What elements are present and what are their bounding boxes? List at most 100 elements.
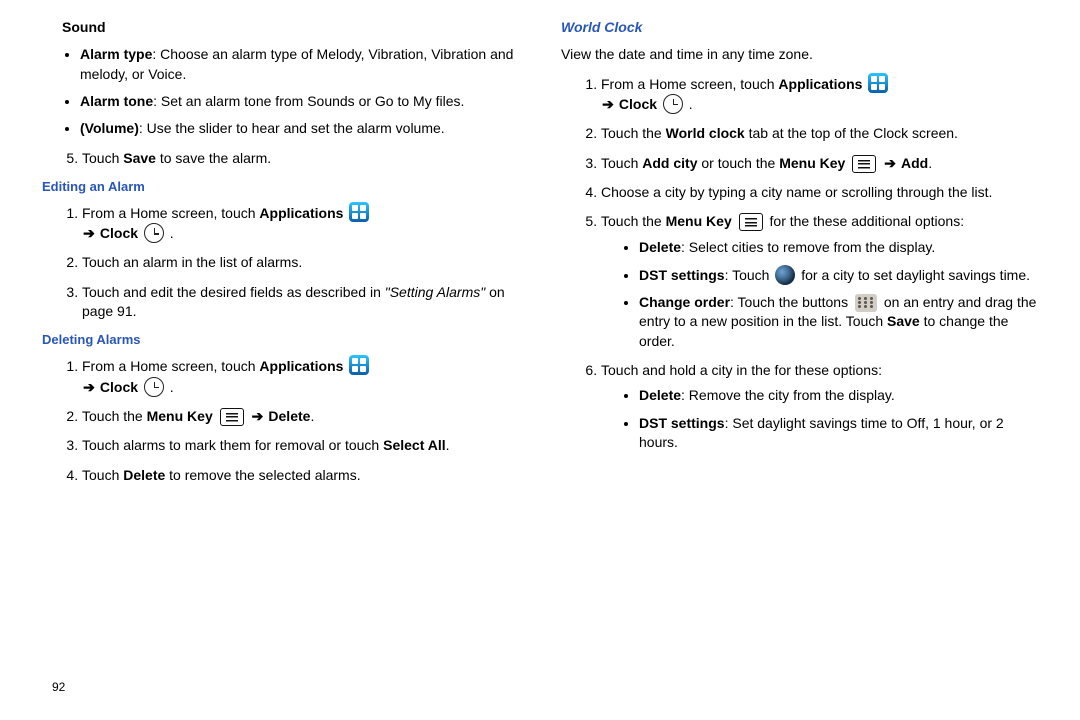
- step-save-alarm: Touch Save to save the alarm.: [82, 149, 519, 168]
- arrow-icon: ➔: [82, 224, 96, 243]
- clock-icon: [144, 377, 164, 397]
- menu-key-icon: [220, 408, 244, 426]
- del-step-4: Touch Delete to remove the selected alar…: [82, 466, 519, 485]
- wc6-options: Delete: Remove the city from the display…: [639, 386, 1038, 452]
- volume-text: : Use the slider to hear and set the ala…: [139, 120, 445, 136]
- editing-steps: From a Home screen, touch Applications ➔…: [62, 202, 519, 322]
- reorder-icon: [855, 294, 877, 312]
- wc-menu-key-label: Menu Key: [779, 155, 845, 171]
- wc-step-3: Touch Add city or touch the Menu Key ➔ A…: [601, 154, 1038, 173]
- wc2-b: tab at the top of the Clock screen.: [745, 125, 958, 141]
- opt-save-label: Save: [887, 313, 920, 329]
- del-apps-label: Applications: [259, 358, 343, 374]
- bullet-alarm-type: Alarm type: Choose an alarm type of Melo…: [80, 45, 519, 84]
- edit1-a: From a Home screen, touch: [82, 205, 259, 221]
- bullet-volume: (Volume): Use the slider to hear and set…: [80, 119, 519, 138]
- wc6-text: Touch and hold a city in the for these o…: [601, 362, 882, 378]
- arrow-icon: ➔: [251, 407, 265, 426]
- edit-step-2: Touch an alarm in the list of alarms.: [82, 253, 519, 272]
- alarm-tone-label: Alarm tone: [80, 93, 153, 109]
- add-city-label: Add city: [642, 155, 697, 171]
- arrow-icon: ➔: [883, 154, 897, 173]
- world-clock-intro: View the date and time in any time zone.: [561, 45, 1038, 64]
- applications-icon: [868, 73, 888, 93]
- step5-list: Touch Save to save the alarm.: [62, 149, 519, 168]
- applications-icon: [349, 202, 369, 222]
- hold-delete-text: : Remove the city from the display.: [681, 387, 895, 403]
- volume-label: (Volume): [80, 120, 139, 136]
- applications-icon: [349, 355, 369, 375]
- globe-icon: [775, 265, 795, 285]
- opt-chg-a: : Touch the buttons: [730, 294, 852, 310]
- delete-label: Delete: [268, 408, 310, 424]
- wc-clock-label: Clock: [619, 96, 657, 112]
- select-all-label: Select All: [383, 437, 446, 453]
- left-column: Sound Alarm type: Choose an alarm type o…: [42, 18, 519, 495]
- clock-icon: [144, 223, 164, 243]
- wc-step-4: Choose a city by typing a city name or s…: [601, 183, 1038, 202]
- opt-dst-a: : Touch: [725, 267, 774, 283]
- world-clock-steps: From a Home screen, touch Applications ➔…: [581, 73, 1038, 453]
- del4-a: Touch: [82, 467, 123, 483]
- bullet-alarm-tone: Alarm tone: Set an alarm tone from Sound…: [80, 92, 519, 111]
- del-clock-label: Clock: [100, 379, 138, 395]
- wc-step-6: Touch and hold a city in the for these o…: [601, 361, 1038, 452]
- del-step-2: Touch the Menu Key ➔ Delete.: [82, 407, 519, 426]
- deleting-steps: From a Home screen, touch Applications ➔…: [62, 355, 519, 485]
- menu-key-icon: [739, 213, 763, 231]
- world-clock-tab-label: World clock: [666, 125, 745, 141]
- clock-icon: [663, 94, 683, 114]
- arrow-icon: ➔: [82, 378, 96, 397]
- alarm-type-label: Alarm type: [80, 46, 152, 62]
- delete-label-2: Delete: [123, 467, 165, 483]
- apps-label: Applications: [259, 205, 343, 221]
- opt-delete-text: : Select cities to remove from the displ…: [681, 239, 935, 255]
- del2-a: Touch the: [82, 408, 147, 424]
- step5-b: to save the alarm.: [156, 150, 271, 166]
- hold-opt-delete: Delete: Remove the city from the display…: [639, 386, 1038, 405]
- del-step-3: Touch alarms to mark them for removal or…: [82, 436, 519, 455]
- wc-step-1: From a Home screen, touch Applications ➔…: [601, 73, 1038, 115]
- wc5-a: Touch the: [601, 213, 666, 229]
- opt-change-order-label: Change order: [639, 294, 730, 310]
- opt-dst-b: for a city to set daylight savings time.: [797, 267, 1030, 283]
- edit3-a: Touch and edit the desired fields as des…: [82, 284, 385, 300]
- del3-a: Touch alarms to mark them for removal or…: [82, 437, 383, 453]
- page-number: 92: [52, 680, 65, 694]
- arrow-icon: ➔: [601, 95, 615, 114]
- opt-dst-label: DST settings: [639, 267, 725, 283]
- wc3-a: Touch: [601, 155, 642, 171]
- sound-heading: Sound: [62, 18, 519, 37]
- sound-bullets: Alarm type: Choose an alarm type of Melo…: [80, 45, 519, 138]
- del4-b: to remove the selected alarms.: [165, 467, 360, 483]
- edit-step-3: Touch and edit the desired fields as des…: [82, 283, 519, 322]
- hold-dst-label: DST settings: [639, 415, 725, 431]
- right-column: World Clock View the date and time in an…: [561, 18, 1038, 495]
- edit-step-1: From a Home screen, touch Applications ➔…: [82, 202, 519, 244]
- wc-apps-label: Applications: [778, 76, 862, 92]
- opt-dst: DST settings: Touch for a city to set da…: [639, 265, 1038, 285]
- wc5-menu-key-label: Menu Key: [666, 213, 732, 229]
- editing-heading: Editing an Alarm: [42, 178, 519, 196]
- deleting-heading: Deleting Alarms: [42, 331, 519, 349]
- opt-delete: Delete: Select cities to remove from the…: [639, 238, 1038, 257]
- wc5-b: for the these additional options:: [770, 213, 965, 229]
- menu-key-icon: [852, 155, 876, 173]
- wc3-b: or touch the: [697, 155, 779, 171]
- opt-delete-label: Delete: [639, 239, 681, 255]
- clock-label: Clock: [100, 225, 138, 241]
- del-step-1: From a Home screen, touch Applications ➔…: [82, 355, 519, 397]
- opt-change-order: Change order: Touch the buttons on an en…: [639, 293, 1038, 351]
- alarm-tone-text: : Set an alarm tone from Sounds or Go to…: [153, 93, 464, 109]
- wc1-a: From a Home screen, touch: [601, 76, 778, 92]
- hold-delete-label: Delete: [639, 387, 681, 403]
- wc2-a: Touch the: [601, 125, 666, 141]
- menu-key-label: Menu Key: [147, 408, 213, 424]
- add-label: Add: [901, 155, 928, 171]
- del1-a: From a Home screen, touch: [82, 358, 259, 374]
- wc-step-2: Touch the World clock tab at the top of …: [601, 124, 1038, 143]
- step5-bold: Save: [123, 150, 156, 166]
- edit3-italic: "Setting Alarms": [385, 284, 485, 300]
- step5-a: Touch: [82, 150, 123, 166]
- hold-opt-dst: DST settings: Set daylight savings time …: [639, 414, 1038, 453]
